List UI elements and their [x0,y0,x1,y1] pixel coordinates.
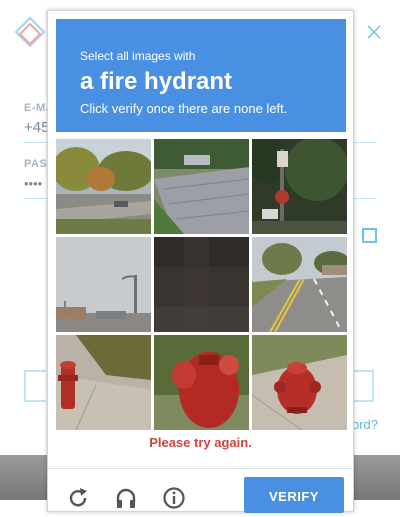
street-light-pole-image [56,237,151,332]
road-lane-lines-image [252,237,347,332]
email-underline [24,142,48,143]
stop-sign-trees-image [252,139,347,234]
close-icon[interactable] [366,24,382,40]
captcha-tile-4[interactable] [56,237,151,332]
login-button-outline[interactable] [24,370,46,402]
audio-icon[interactable] [114,486,138,510]
signup-button-outline[interactable] [354,370,374,402]
captcha-dialog: Select all images with a fire hydrant Cl… [47,10,354,513]
captcha-instruction-banner: Select all images with a fire hydrant Cl… [56,19,346,132]
hydrant-sidewalk-grass-image [56,335,151,430]
dark-pavement-image [154,237,249,332]
captcha-tile-6[interactable] [252,237,347,332]
footer-divider [48,468,353,469]
remember-checkbox[interactable] [362,228,377,243]
captcha-tile-7[interactable] [56,335,151,430]
verify-button[interactable]: VERIFY [244,477,344,513]
captcha-tile-5[interactable] [154,237,249,332]
error-message: Please try again. [149,435,252,450]
password-underline-right [352,198,376,199]
captcha-tile-8[interactable] [154,335,249,430]
target-object-text: a fire hydrant [80,68,233,95]
email-value[interactable]: +45 [24,119,49,136]
instruction-subtext: Click verify once there are none left. [80,101,288,116]
captcha-image-grid [56,139,347,430]
cobblestone-road-image [154,139,249,234]
email-underline-right [352,142,376,143]
info-icon[interactable] [162,486,186,510]
password-value[interactable]: •••• [24,176,42,191]
captcha-tile-2[interactable] [154,139,249,234]
captcha-tile-1[interactable] [56,139,151,234]
hydrant-on-pavement-image [252,335,347,430]
password-underline [24,198,48,199]
reload-icon[interactable] [66,486,90,510]
instruction-text: Select all images with [80,49,196,63]
street-trees-image [56,139,151,234]
app-logo-icon [14,16,46,48]
hydrant-closeup-image [154,335,249,430]
captcha-tile-9[interactable] [252,335,347,430]
forgot-password-link[interactable]: ord? [352,417,378,432]
captcha-tile-3[interactable] [252,139,347,234]
